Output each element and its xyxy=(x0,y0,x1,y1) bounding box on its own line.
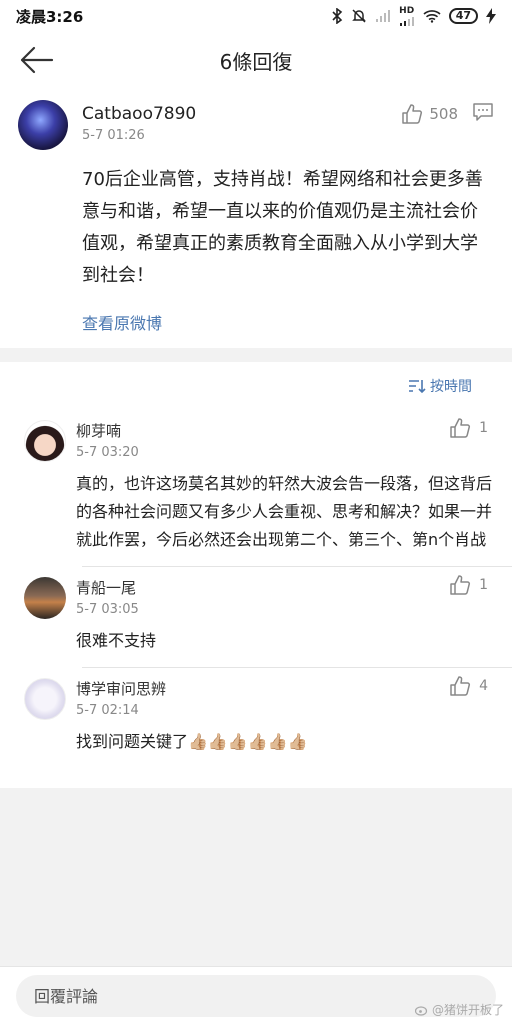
reply-username[interactable]: 博学审问思辨 xyxy=(76,676,494,699)
reply-like-count: 1 xyxy=(479,420,488,436)
reply-like-count: 1 xyxy=(479,577,488,593)
page-title: 6條回復 xyxy=(219,49,293,74)
watermark: @猪饼开板了 xyxy=(414,1001,504,1018)
thumbs-up-icon xyxy=(450,575,471,595)
reply-like-count: 4 xyxy=(479,678,488,694)
reply-like-button[interactable]: 1 xyxy=(449,418,488,438)
reply-like-button[interactable]: 4 xyxy=(449,676,488,696)
mute-bell-icon xyxy=(351,8,367,24)
hd-signal-icon: HD xyxy=(399,5,415,26)
reply-content: 找到问题关键了👍🏼👍🏼👍🏼👍🏼👍🏼👍🏼 xyxy=(76,732,308,751)
sort-icon xyxy=(409,380,426,394)
thumbs-up-icon xyxy=(450,676,471,696)
comment-icon xyxy=(473,103,493,121)
hd-label: HD xyxy=(399,5,415,16)
reply-item: 青船一尾 5-7 03:05 1 很难不支持 xyxy=(0,567,512,665)
bottom-bar: @猪饼开板了 xyxy=(0,966,512,1024)
reply-content: 很难不支持 xyxy=(76,631,157,650)
reply-time: 5-7 02:14 xyxy=(76,703,139,718)
reply-header: 博学审问思辨 5-7 02:14 4 xyxy=(76,676,494,718)
thumbs-up-icon xyxy=(450,418,471,438)
sort-by-time-button[interactable]: 按時間 xyxy=(0,362,512,410)
reply-like-button[interactable]: 1 xyxy=(449,575,488,595)
status-icons: HD 47 xyxy=(331,5,496,26)
post-content: 70后企业高管，支持肖战！希望网络和社会更多善意与和谐，希望一直以来的价值观仍是… xyxy=(82,169,483,286)
reply-username[interactable]: 青船一尾 xyxy=(76,575,494,598)
post-header: Catbaoo7890 5-7 01:26 508 xyxy=(82,100,494,150)
wifi-icon xyxy=(423,9,441,23)
watermark-text: @猪饼开板了 xyxy=(431,1003,504,1017)
thumbs-up-icon xyxy=(402,104,423,124)
back-button[interactable] xyxy=(18,44,54,76)
post-time: 5-7 01:26 xyxy=(82,128,145,143)
reply-header: 柳芽喃 5-7 03:20 1 xyxy=(76,418,494,460)
weibo-logo-icon xyxy=(414,1005,428,1016)
comment-button[interactable] xyxy=(472,102,494,126)
arrow-left-icon xyxy=(20,46,54,74)
charging-icon xyxy=(486,8,496,24)
battery-indicator: 47 xyxy=(448,8,478,24)
avatar[interactable] xyxy=(24,577,66,619)
reply-content: 真的，也许这场莫名其妙的轩然大波会告一段落，但这背后的各种社会问题又有多少人会重… xyxy=(76,474,493,549)
post-like-count: 508 xyxy=(429,105,458,123)
reply-header: 青船一尾 5-7 03:05 1 xyxy=(76,575,494,617)
bluetooth-icon xyxy=(331,8,343,24)
reply-item: 柳芽喃 5-7 03:20 1 真的，也许这场莫名其妙的轩然大波会告一段落，但这… xyxy=(0,410,512,564)
avatar[interactable] xyxy=(24,420,66,462)
avatar[interactable] xyxy=(18,100,68,150)
top-bar: 6條回復 xyxy=(0,32,512,88)
view-original-link[interactable]: 查看原微博 xyxy=(82,310,162,334)
reply-username[interactable]: 柳芽喃 xyxy=(76,418,494,441)
post-like-button[interactable]: 508 xyxy=(401,104,458,124)
avatar[interactable] xyxy=(24,678,66,720)
status-bar: 凌晨3:26 HD 47 xyxy=(0,0,512,32)
post-actions: 508 xyxy=(401,102,494,126)
reply-item: 博学审问思辨 5-7 02:14 4 找到问题关键了👍🏼👍🏼👍🏼👍🏼👍🏼👍🏼 xyxy=(0,668,512,766)
replies-section: 按時間 柳芽喃 5-7 03:20 1 真的，也许这场莫名其妙的轩然大波会告一段… xyxy=(0,362,512,788)
signal-icon-1 xyxy=(375,9,391,23)
sort-label: 按時間 xyxy=(430,379,472,395)
reply-time: 5-7 03:05 xyxy=(76,602,139,617)
status-time: 凌晨3:26 xyxy=(16,7,84,26)
main-post: Catbaoo7890 5-7 01:26 508 70后企业高管，支持肖战！希… xyxy=(0,88,512,348)
reply-time: 5-7 03:20 xyxy=(76,445,139,460)
